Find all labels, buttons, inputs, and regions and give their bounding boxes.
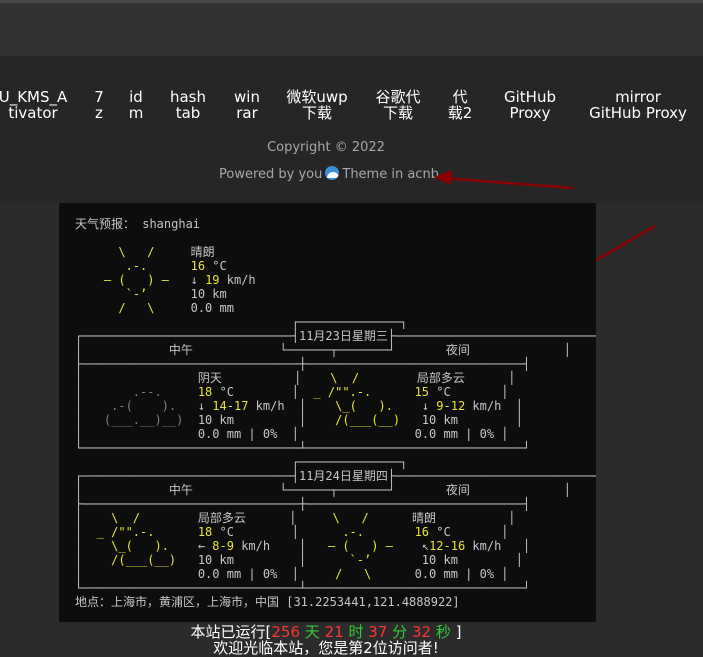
sun-icon: \ / [296, 511, 413, 525]
copyright-text: Copyright © 2022 [267, 140, 385, 155]
sun-icon: \ / [75, 245, 191, 259]
nav-link-mirror-github-proxy[interactable]: mirror GitHub Proxy [589, 89, 687, 121]
annotation-arrow-icon [434, 170, 574, 190]
current-precip: 0.0 mm [190, 301, 234, 315]
partly-cloudy-icon: \ / [82, 511, 198, 525]
nav-link-hashtab[interactable]: hash tab [170, 89, 206, 121]
welcome-message: 欢迎光临本站，您是第2位访问者! [213, 639, 439, 657]
day2-date: 11月24日星期四 [298, 469, 388, 483]
nav-link-7z[interactable]: 7 z [94, 89, 104, 121]
header-band [0, 3, 703, 56]
nav-link-idm[interactable]: id m [129, 89, 144, 121]
powered-by: Powered by you Theme in acnb [219, 166, 439, 182]
nav-link-github-proxy[interactable]: GitHub Proxy [504, 89, 556, 121]
current-visibility: 10 km [190, 287, 227, 301]
wave-icon [325, 166, 340, 180]
partly-cloudy-icon: \ / [301, 371, 417, 385]
location-text: 地点：上海市，黄浦区，上海市，中国 [31.2253441,121.488892… [75, 595, 460, 609]
weather-report: 天气预报： shanghai \ / 晴朗 .-. 16 °C ― ( ) ― … [75, 217, 596, 609]
nav-link-kms-activator[interactable]: U_KMS_A tivator [0, 89, 67, 121]
current-wind: 19 [205, 273, 220, 287]
runtime-counter: 本站已运行[256 天 21 时 37 分 32 秒 ] [190, 623, 462, 641]
nav-link-winrar[interactable]: win rar [234, 89, 260, 121]
nav-link-download-2[interactable]: 代 载2 [448, 89, 473, 121]
weather-terminal: 天气预报： shanghai \ / 晴朗 .-. 16 °C ― ( ) ― … [59, 203, 596, 622]
cloud-icon [82, 371, 198, 385]
nav-links: U_KMS_A tivator 7 z id m hash tab win ra… [0, 89, 703, 123]
weather-header: 天气预报： shanghai [75, 217, 201, 231]
nav-link-google-download[interactable]: 谷歌代 下载 [375, 89, 420, 121]
current-temp: 16 [190, 259, 206, 273]
theme-link[interactable]: Theme in acnb [342, 167, 439, 182]
day1-date: 11月23日星期三 [298, 329, 388, 343]
powered-by-text: Powered by you [219, 167, 323, 182]
nav-link-uwp-download[interactable]: 微软uwp 下载 [286, 89, 347, 121]
current-condition: 晴朗 [190, 245, 215, 259]
